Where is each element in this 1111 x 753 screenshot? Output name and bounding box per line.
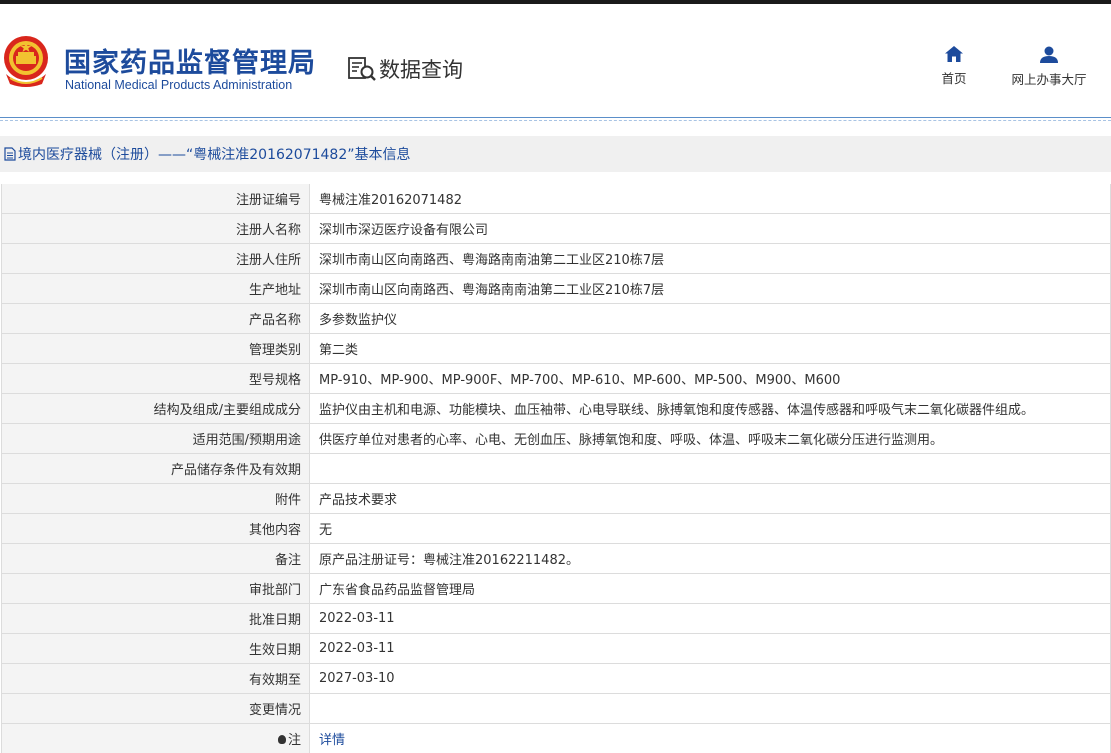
field-value: 产品技术要求 [310,484,1111,514]
field-label: 型号规格 [2,364,310,394]
note-value-cell: 详情 [310,724,1111,753]
field-value: 粤械注准20162071482 [310,184,1111,214]
field-label: 生效日期 [2,634,310,664]
table-row: 注册人住所深圳市南山区向南路西、粤海路南南油第二工业区210栋7层 [2,244,1110,274]
header-divider-dashed [0,120,1111,121]
detail-table-container: 注册证编号粤械注准20162071482注册人名称深圳市深迈医疗设备有限公司注册… [1,184,1111,753]
table-row: 管理类别第二类 [2,334,1110,364]
table-row: 备注原产品注册证号：粤械注准20162211482。 [2,544,1110,574]
field-label: 附件 [2,484,310,514]
table-row: 产品储存条件及有效期 [2,454,1110,484]
detail-table: 注册证编号粤械注准20162071482注册人名称深圳市深迈医疗设备有限公司注册… [2,184,1110,753]
national-emblem-icon [2,34,50,88]
org-name-cn: 国家药品监督管理局 [64,41,316,80]
field-label: 适用范围/预期用途 [2,424,310,454]
header-divider [0,117,1111,118]
data-query-heading: 数据查询 [347,54,463,84]
table-row: 有效期至2027-03-10 [2,664,1110,694]
note-label: 注 [288,733,301,748]
table-row: 注册证编号粤械注准20162071482 [2,184,1110,214]
table-row: 生产地址深圳市南山区向南路西、粤海路南南油第二工业区210栋7层 [2,274,1110,304]
field-value: 2022-03-11 [310,604,1111,634]
home-icon [945,46,963,62]
org-name-en: National Medical Products Administration [65,78,292,92]
field-label: 备注 [2,544,310,574]
field-label: 结构及组成/主要组成成分 [2,394,310,424]
table-row: 适用范围/预期用途供医疗单位对患者的心率、心电、无创血压、脉搏氧饱和度、呼吸、体… [2,424,1110,454]
search-document-icon [347,56,377,82]
table-row: 其他内容无 [2,514,1110,544]
table-row: 附件产品技术要求 [2,484,1110,514]
table-row: 生效日期2022-03-11 [2,634,1110,664]
field-value: 深圳市南山区向南路西、粤海路南南油第二工业区210栋7层 [310,244,1111,274]
nav-online-service-hall-label: 网上办事大厅 [1011,72,1086,87]
field-value: 无 [310,514,1111,544]
bulb-icon [278,735,286,744]
field-value: 深圳市南山区向南路西、粤海路南南油第二工业区210栋7层 [310,274,1111,304]
details-link[interactable]: 详情 [319,733,345,748]
field-label: 批准日期 [2,604,310,634]
nav-online-service-hall[interactable]: 网上办事大厅 [1006,46,1092,88]
field-value: 广东省食品药品监督管理局 [310,574,1111,604]
field-value: 多参数监护仪 [310,304,1111,334]
field-value: 2022-03-11 [310,634,1111,664]
field-label: 其他内容 [2,514,310,544]
nav-home[interactable]: 首页 [936,46,972,87]
field-label: 产品储存条件及有效期 [2,454,310,484]
field-value [310,694,1111,724]
table-row-note: 注 详情 [2,724,1110,753]
field-value: 监护仪由主机和电源、功能模块、血压袖带、心电导联线、脉搏氧饱和度传感器、体温传感… [310,394,1111,424]
table-row: 审批部门广东省食品药品监督管理局 [2,574,1110,604]
field-label: 有效期至 [2,664,310,694]
field-value: 2027-03-10 [310,664,1111,694]
table-row: 变更情况 [2,694,1110,724]
table-row: 型号规格MP-910、MP-900、MP-900F、MP-700、MP-610、… [2,364,1110,394]
table-row: 产品名称多参数监护仪 [2,304,1110,334]
field-value [310,454,1111,484]
field-value: 第二类 [310,334,1111,364]
user-icon [1040,46,1058,63]
section-title-bar: 境内医疗器械（注册）——“粤械注准20162071482”基本信息 [0,136,1111,172]
field-value: MP-910、MP-900、MP-900F、MP-700、MP-610、MP-6… [310,364,1111,394]
field-label: 变更情况 [2,694,310,724]
field-label: 注册证编号 [2,184,310,214]
field-label: 注册人住所 [2,244,310,274]
document-icon [4,147,16,161]
field-label: 产品名称 [2,304,310,334]
table-row: 结构及组成/主要组成成分监护仪由主机和电源、功能模块、血压袖带、心电导联线、脉搏… [2,394,1110,424]
note-label-cell: 注 [2,724,310,753]
field-value: 原产品注册证号：粤械注准20162211482。 [310,544,1111,574]
field-value: 深圳市深迈医疗设备有限公司 [310,214,1111,244]
field-label: 管理类别 [2,334,310,364]
field-label: 审批部门 [2,574,310,604]
field-value: 供医疗单位对患者的心率、心电、无创血压、脉搏氧饱和度、呼吸、体温、呼吸末二氧化碳… [310,424,1111,454]
table-row: 注册人名称深圳市深迈医疗设备有限公司 [2,214,1110,244]
site-header: 国家药品监督管理局 National Medical Products Admi… [0,4,1111,117]
section-title: 境内医疗器械（注册）——“粤械注准20162071482”基本信息 [18,144,410,164]
nav-home-label: 首页 [941,71,966,86]
field-label: 生产地址 [2,274,310,304]
field-label: 注册人名称 [2,214,310,244]
data-query-label: 数据查询 [379,54,463,84]
table-row: 批准日期2022-03-11 [2,604,1110,634]
